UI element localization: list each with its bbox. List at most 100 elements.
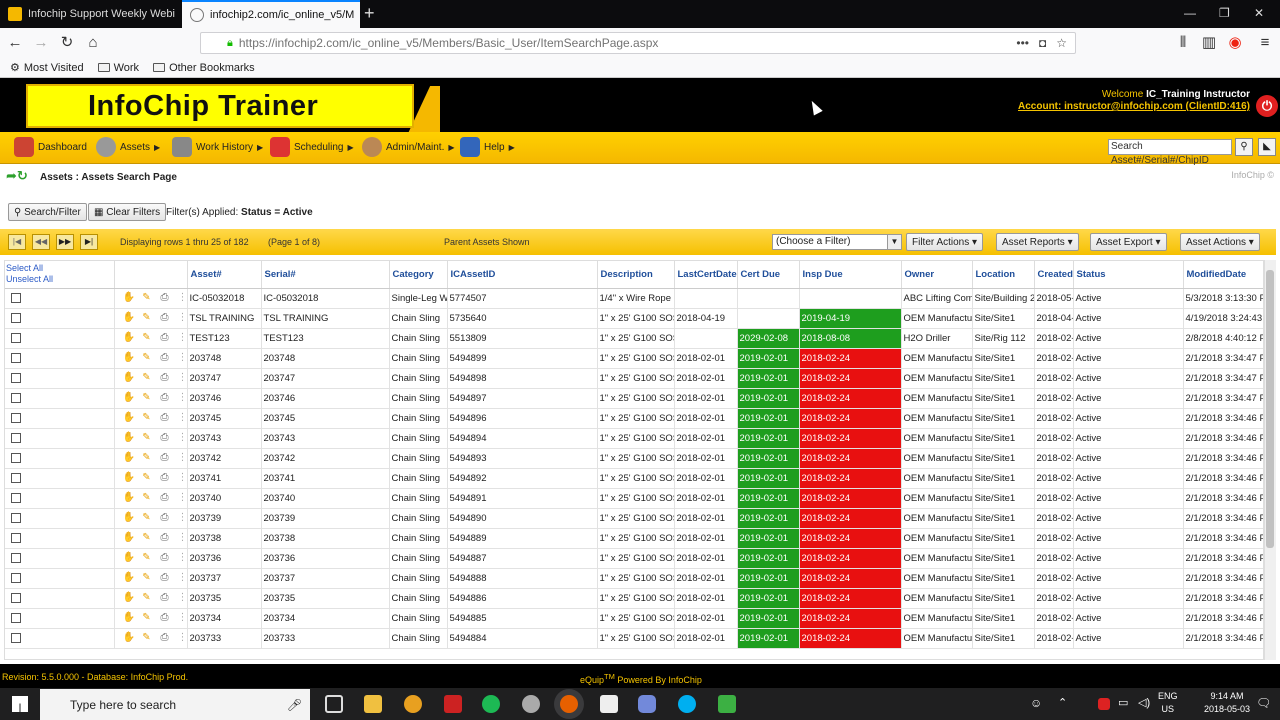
hierarchy-icon[interactable]: ⋮: [177, 452, 187, 464]
hand-icon[interactable]: ✋: [123, 392, 135, 404]
table-row[interactable]: ✋ ✎ ⎙ ⋮ 203746 203746 Chain Sling 5494897 1" x 2…: [5, 388, 1263, 409]
browser-tab-active[interactable]: infochip2.com/ic_online_v5/M ✕: [182, 0, 360, 28]
hierarchy-icon[interactable]: ⋮: [177, 632, 187, 644]
spotify-icon[interactable]: [482, 695, 500, 713]
table-row[interactable]: ✋ ✎ ⎙ ⋮ 203739 203739 Chain Sling 5494890 1" x 2…: [5, 508, 1263, 529]
hand-icon[interactable]: ✋: [123, 512, 135, 524]
hand-icon[interactable]: ✋: [123, 632, 135, 644]
print-icon[interactable]: ⎙: [159, 532, 171, 544]
pencil-edit-icon[interactable]: ✎: [141, 412, 153, 424]
menu-scheduling[interactable]: Scheduling ▶: [270, 136, 354, 158]
hand-icon[interactable]: ✋: [123, 572, 135, 584]
pencil-edit-icon[interactable]: ✎: [141, 292, 153, 304]
clear-filters-button[interactable]: ▦ Clear Filters: [88, 203, 167, 221]
forward-icon[interactable]: →: [32, 34, 50, 52]
print-icon[interactable]: ⎙: [159, 392, 171, 404]
pencil-edit-icon[interactable]: ✎: [141, 572, 153, 584]
people-icon[interactable]: ☺: [1030, 696, 1042, 710]
table-row[interactable]: ✋ ✎ ⎙ ⋮ 203736 203736 Chain Sling 5494887 1" x 2…: [5, 548, 1263, 569]
hierarchy-icon[interactable]: ⋮: [177, 612, 187, 624]
hand-icon[interactable]: ✋: [123, 472, 135, 484]
menu-assets[interactable]: Assets ▶: [96, 136, 160, 158]
table-row[interactable]: ✋ ✎ ⎙ ⋮ 203748 203748 Chain Sling 5494899 1" x 2…: [5, 348, 1263, 369]
row-checkbox[interactable]: [11, 512, 21, 523]
row-checkbox[interactable]: [11, 432, 21, 443]
hand-icon[interactable]: ✋: [123, 592, 135, 604]
hierarchy-icon[interactable]: ⋮: [177, 312, 187, 324]
print-icon[interactable]: ⎙: [159, 592, 171, 604]
table-row[interactable]: ✋ ✎ ⎙ ⋮ 203740 203740 Chain Sling 5494891 1" x 2…: [5, 488, 1263, 509]
asset-search-input[interactable]: Search Asset#/Serial#/ChipID: [1108, 139, 1232, 166]
pencil-edit-icon[interactable]: ✎: [141, 452, 153, 464]
column-header[interactable]: Owner: [901, 261, 973, 289]
prev-page-icon[interactable]: ◀◀: [32, 234, 50, 250]
hierarchy-icon[interactable]: ⋮: [177, 392, 187, 404]
hand-icon[interactable]: ✋: [123, 552, 135, 564]
table-row[interactable]: ✋ ✎ ⎙ ⋮ TSL TRAINING TSL TRAINING Chain Sling 5…: [5, 308, 1263, 329]
opera-icon[interactable]: ◉: [1226, 34, 1244, 52]
column-header[interactable]: Asset#: [187, 261, 262, 289]
close-tab-icon[interactable]: ✕: [175, 6, 180, 22]
pencil-edit-icon[interactable]: ✎: [141, 312, 153, 324]
notifications-icon[interactable]: 🗨︎: [1256, 696, 1271, 710]
firefox-icon[interactable]: [560, 695, 578, 713]
print-icon[interactable]: ⎙: [159, 512, 171, 524]
hand-icon[interactable]: ✋: [123, 612, 135, 624]
print-icon[interactable]: ⎙: [159, 612, 171, 624]
app-icon[interactable]: [444, 695, 462, 713]
row-checkbox[interactable]: [11, 392, 21, 403]
table-row[interactable]: ✋ ✎ ⎙ ⋮ 203734 203734 Chain Sling 5494885 1" x 2…: [5, 608, 1263, 629]
row-checkbox[interactable]: [11, 492, 21, 503]
bookmark-most-visited[interactable]: ⚙ Most Visited: [10, 61, 84, 75]
filter-actions-button[interactable]: Filter Actions ▾: [906, 233, 984, 251]
asset-export-button[interactable]: Asset Export ▾: [1090, 233, 1167, 251]
print-icon[interactable]: ⎙: [159, 572, 171, 584]
menu-icon[interactable]: ≡: [1256, 34, 1274, 52]
hierarchy-icon[interactable]: ⋮: [177, 512, 187, 524]
network-icon[interactable]: ▭: [1118, 696, 1128, 709]
table-row[interactable]: ✋ ✎ ⎙ ⋮ 203733 203733 Chain Sling 5494884 1" x 2…: [5, 628, 1263, 649]
microphone-icon[interactable]: 🎤︎: [287, 698, 302, 712]
row-checkbox[interactable]: [11, 572, 21, 583]
table-row[interactable]: ✋ ✎ ⎙ ⋮ 203738 203738 Chain Sling 5494889 1" x 2…: [5, 528, 1263, 549]
hierarchy-icon[interactable]: ⋮: [177, 472, 187, 484]
reload-icon[interactable]: ↻: [58, 34, 76, 52]
choose-filter-select[interactable]: (Choose a Filter) ▼: [772, 234, 902, 250]
volume-icon[interactable]: ◁): [1138, 696, 1150, 709]
row-checkbox[interactable]: [11, 472, 21, 483]
hand-icon[interactable]: ✋: [123, 372, 135, 384]
library-icon[interactable]: ⫴: [1174, 34, 1192, 52]
hierarchy-icon[interactable]: ⋮: [177, 592, 187, 604]
browser-tab-inactive[interactable]: Infochip Support Weekly Webi ✕: [0, 0, 180, 28]
pencil-edit-icon[interactable]: ✎: [141, 592, 153, 604]
search-filter-button[interactable]: ⚲ Search/Filter: [8, 203, 87, 221]
pencil-edit-icon[interactable]: ✎: [141, 512, 153, 524]
first-page-icon[interactable]: |◀: [8, 234, 26, 250]
select-all-link[interactable]: Select All: [6, 263, 53, 274]
column-header[interactable]: Status: [1073, 261, 1184, 289]
tray-up-icon[interactable]: ⌃: [1058, 696, 1067, 709]
table-row[interactable]: ✋ ✎ ⎙ ⋮ 203741 203741 Chain Sling 5494892 1" x 2…: [5, 468, 1263, 489]
menu-help[interactable]: Help ▶: [460, 136, 515, 158]
row-checkbox[interactable]: [11, 412, 21, 423]
table-row[interactable]: ✋ ✎ ⎙ ⋮ 203742 203742 Chain Sling 5494893 1" x 2…: [5, 448, 1263, 469]
pencil-edit-icon[interactable]: ✎: [141, 552, 153, 564]
print-icon[interactable]: ⎙: [159, 352, 171, 364]
print-icon[interactable]: ⎙: [159, 552, 171, 564]
column-header[interactable]: ModifiedDate: [1183, 261, 1263, 289]
row-checkbox[interactable]: [11, 532, 21, 543]
table-row[interactable]: ✋ ✎ ⎙ ⋮ 203745 203745 Chain Sling 5494896 1" x 2…: [5, 408, 1263, 429]
bookmark-work[interactable]: Work: [97, 62, 139, 74]
print-icon[interactable]: ⎙: [159, 372, 171, 384]
hierarchy-icon[interactable]: ⋮: [177, 492, 187, 504]
asset-actions-button[interactable]: Asset Actions ▾: [1180, 233, 1260, 251]
hierarchy-icon[interactable]: ⋮: [177, 332, 187, 344]
minimize-icon[interactable]: —: [1184, 6, 1196, 20]
chat-icon[interactable]: [718, 695, 736, 713]
pencil-edit-icon[interactable]: ✎: [141, 492, 153, 504]
hand-icon[interactable]: ✋: [123, 432, 135, 444]
pencil-edit-icon[interactable]: ✎: [141, 332, 153, 344]
print-icon[interactable]: ⎙: [159, 412, 171, 424]
row-checkbox[interactable]: [11, 632, 21, 643]
row-checkbox[interactable]: [11, 332, 21, 343]
